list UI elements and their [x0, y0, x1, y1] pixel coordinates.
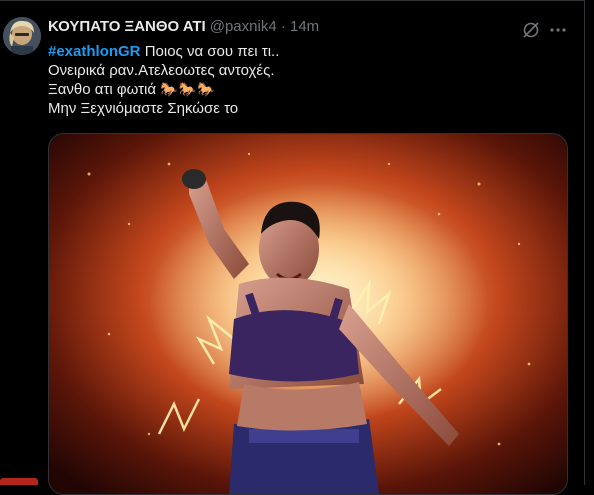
tweet-text: #exathlonGR Ποιος να σου πει τι.. Ονειρι…: [48, 42, 558, 118]
display-name[interactable]: ΚΟΥΠΑΤΟ ΞΑΝΘΟ ΑΤΙ: [48, 18, 206, 35]
athlete-fire-photo: [49, 134, 567, 494]
tweet-line-1: #exathlonGR Ποιος να σου πει τι..: [48, 42, 558, 61]
tweet-line-2: Ονειρικά ραν.Ατελεοωτες αντοχές.: [48, 62, 275, 79]
handle-and-time[interactable]: @paxnik4 · 14m: [210, 18, 319, 35]
more-options-icon[interactable]: [548, 20, 568, 40]
corner-badge: [0, 478, 38, 485]
avatar[interactable]: [3, 17, 41, 55]
tweet-line-3-text: Ξανθο ατι φωτιά: [48, 81, 157, 98]
right-divider: [584, 0, 585, 485]
horse-emoji: 🐎🐎🐎: [160, 81, 216, 97]
grok-icon[interactable]: [521, 20, 541, 40]
tweet-line-4: Μην Ξεχνιόμαστε Σηκώσε το: [48, 100, 239, 117]
avatar-image: [3, 17, 41, 55]
top-divider: [0, 0, 584, 1]
more-options-icon-svg: [550, 28, 566, 32]
tweet-line-1-text: Ποιος να σου πει τι..: [140, 43, 280, 60]
tweet-media-image[interactable]: [48, 133, 568, 495]
grok-icon-svg: [523, 22, 539, 38]
hashtag-link[interactable]: #exathlonGR: [48, 43, 141, 60]
tweet-header: ΚΟΥΠΑΤΟ ΞΑΝΘΟ ΑΤΙ @paxnik4 · 14m: [48, 18, 319, 35]
tweet-line-3: Ξανθο ατι φωτιά 🐎🐎🐎: [48, 80, 558, 99]
